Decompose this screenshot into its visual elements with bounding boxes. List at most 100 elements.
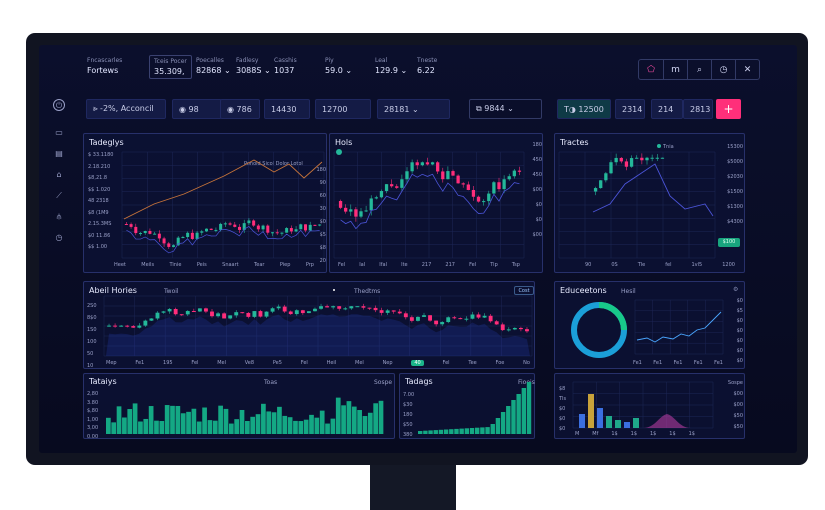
candle-body [415, 162, 419, 166]
toolbar-chip-5[interactable]: 12700 [315, 99, 371, 119]
ticker-6[interactable]: Leal 129.9 ⌄ [375, 57, 407, 75]
shield-icon[interactable]: ⬠ [639, 60, 663, 79]
toolbar-right-chip-1[interactable]: T◑ 12500 [557, 99, 611, 119]
ticker-5[interactable]: Piy 59.0 ⌄ [325, 57, 352, 75]
ticker-label: Fadlesy [236, 57, 259, 64]
candle-body [446, 317, 451, 323]
x-label: 1200 [722, 262, 735, 268]
candle-body [446, 171, 450, 180]
candle-body [361, 306, 366, 308]
bar [271, 412, 277, 434]
ticker-4[interactable]: Casshis 1037 [274, 57, 297, 75]
candle-body [416, 316, 420, 321]
trending-icon[interactable]: ⟋ [53, 190, 65, 202]
candle-body [313, 308, 317, 312]
toolbar-right-chip-2[interactable]: 2314 [615, 99, 645, 119]
value-badge: $100 [718, 238, 740, 247]
legend-dot [336, 149, 342, 155]
bar [341, 405, 346, 434]
candle-body [181, 237, 185, 239]
toolbar-chip-account[interactable]: ⪢ -2%, Acconcil [86, 99, 166, 119]
candle-body [525, 329, 529, 332]
filter-icon[interactable]: ⫛ [53, 211, 65, 223]
toolbar-chip-6[interactable]: 28181 ⌄ [377, 99, 450, 119]
document-icon[interactable]: ▤ [53, 148, 65, 160]
candle-body [240, 312, 245, 314]
x-label: 1vl5 [691, 262, 703, 268]
x-label: 90 [585, 262, 592, 268]
ticker-7[interactable]: Tneste 6.22 [417, 57, 437, 75]
menu-icon[interactable]: m [663, 60, 687, 79]
candle-body [138, 233, 143, 235]
ticker-label: Tceis Pocer [154, 58, 187, 65]
candle-body [436, 162, 440, 172]
candle-body [294, 310, 299, 315]
ticker-value: 3088S ⌄ [236, 66, 271, 75]
candle-body [155, 312, 160, 319]
bar [469, 428, 475, 434]
x-label: Mel [355, 360, 364, 366]
y-label: $2030 [727, 174, 743, 180]
candle-body [252, 311, 257, 317]
bar [330, 418, 336, 434]
candle-body [359, 211, 363, 217]
clock-icon[interactable]: ◷ [53, 232, 65, 244]
candle-body [619, 157, 623, 162]
candle-body [409, 317, 414, 321]
close-icon[interactable]: ✕ [735, 60, 759, 79]
bar [298, 421, 304, 434]
x-label: Mep [106, 360, 117, 366]
ticker-3[interactable]: Fadlesy 3088S ⌄ [236, 57, 271, 75]
candle-body [512, 327, 517, 330]
x-label: Fe1 [714, 360, 723, 366]
bar [506, 406, 511, 434]
toolbar-right-chip-4[interactable]: 2813 [683, 99, 713, 119]
candle-body [190, 232, 194, 239]
bar [624, 422, 630, 428]
candle-body [471, 189, 476, 197]
bar [428, 430, 433, 434]
x-highlight[interactable]: 40 [411, 360, 424, 366]
bar [223, 408, 229, 434]
candle-body [635, 157, 639, 159]
ticker-label: Poecalles [196, 57, 224, 64]
ticker-2[interactable]: Poecalles 82868 ⌄ [196, 57, 231, 75]
bar [234, 419, 240, 434]
toolbar-right-chip-3[interactable]: 214 [651, 99, 683, 119]
bar [516, 394, 521, 434]
x-label: Fe1 [673, 360, 683, 366]
bar [449, 429, 454, 434]
power-icon[interactable]: ⏻ [53, 99, 65, 111]
lock-icon[interactable]: ⌂ [53, 169, 65, 181]
candle-body [228, 315, 233, 319]
candle-body [337, 306, 342, 309]
toolbar-chip-4[interactable]: 14430 [264, 99, 310, 119]
x-label: Heet [114, 262, 126, 268]
panel-educeetons: Educeetons Hesil ⚙ $0 $5 $0 $0 $0 $0 $0 … [554, 281, 745, 369]
chart-icon[interactable]: ▭ [53, 127, 65, 139]
ticker-1[interactable]: Tceis Pocer 35.309, [149, 55, 192, 79]
toolbar-chip-3[interactable]: ◉ 786 [220, 99, 260, 119]
toolbar-chip-2[interactable]: ◉ 98 [172, 99, 222, 119]
clock-icon[interactable]: ◷ [711, 60, 735, 79]
candle-body [650, 157, 654, 159]
brand-line2: Fortews [87, 66, 119, 75]
candle-body [349, 306, 354, 309]
candle-body [405, 171, 409, 180]
candle-body [430, 162, 435, 165]
bar [319, 410, 325, 434]
x-axis-labels: Fe1 Fe1 Fe1 Fe1 Fe1 [633, 360, 723, 366]
search-icon[interactable]: ⌕ [687, 60, 711, 79]
x-label: Foe [495, 360, 505, 366]
toolbar-selector[interactable]: ⧉ 9844 ⌄ [469, 99, 542, 119]
x-label: Ite [401, 262, 408, 268]
y-label: 20 [319, 258, 326, 264]
x-label: Tle [637, 262, 646, 268]
add-button[interactable]: + [716, 99, 741, 119]
candle-body [379, 310, 384, 313]
bar [164, 405, 170, 434]
bar [521, 388, 527, 434]
bar [245, 420, 250, 434]
x-label: fel [665, 262, 672, 268]
candle-body [458, 318, 463, 320]
